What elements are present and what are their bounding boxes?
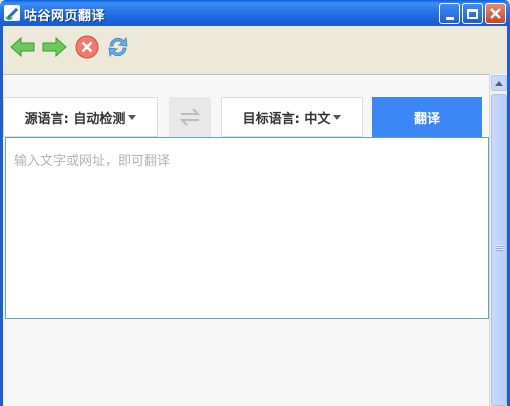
- source-text-input[interactable]: [5, 137, 489, 319]
- title-bar: 咕谷网页翻译: [0, 0, 510, 26]
- chevron-up-icon: [495, 80, 503, 86]
- forward-arrow-icon: [42, 36, 67, 58]
- scroll-thumb[interactable]: [491, 94, 507, 406]
- close-icon: [490, 8, 501, 19]
- target-language-select[interactable]: 目标语言: 中文: [221, 97, 363, 137]
- scroll-up-button[interactable]: [491, 75, 507, 91]
- swap-languages-button[interactable]: [169, 97, 211, 137]
- source-language-label: 源语言: 自动检测: [24, 111, 126, 127]
- target-language-label: 目标语言: 中文: [242, 111, 331, 127]
- translator-panel: 源语言: 自动检测 目标语言: 中文 翻译: [3, 74, 489, 406]
- app-icon: [4, 5, 20, 21]
- source-language-select[interactable]: 源语言: 自动检测: [3, 97, 158, 137]
- scroll-grip-icon: [496, 245, 503, 251]
- window-title: 咕谷网页翻译: [24, 9, 106, 24]
- stop-icon: [75, 35, 99, 59]
- back-arrow-icon: [10, 36, 35, 58]
- back-button[interactable]: [10, 34, 36, 60]
- chevron-down-icon: [128, 114, 137, 120]
- maximize-button[interactable]: [462, 3, 483, 24]
- minimize-button[interactable]: [439, 3, 460, 24]
- close-button[interactable]: [485, 3, 506, 24]
- forward-button[interactable]: [41, 34, 67, 60]
- nav-toolbar: [3, 26, 507, 72]
- refresh-button[interactable]: [105, 34, 131, 60]
- swap-icon: [179, 108, 201, 126]
- stop-button[interactable]: [74, 34, 100, 60]
- translate-button[interactable]: 翻译: [372, 97, 482, 137]
- vertical-scrollbar[interactable]: [489, 74, 507, 406]
- refresh-icon: [108, 36, 128, 58]
- chevron-down-icon: [333, 114, 342, 120]
